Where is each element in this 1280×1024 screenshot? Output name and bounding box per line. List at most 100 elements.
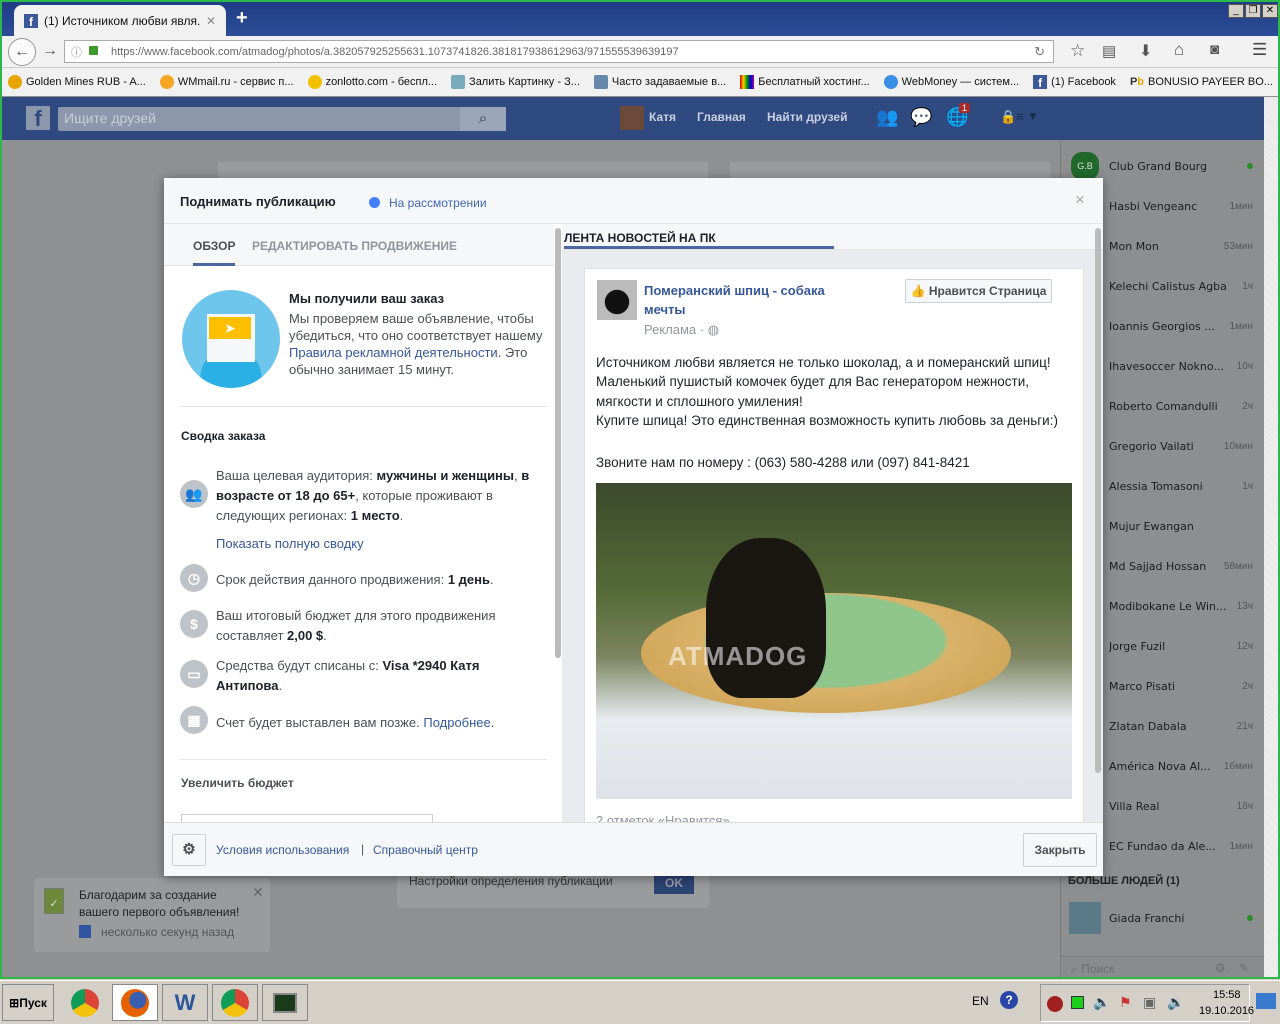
close-dialog-icon[interactable]: × xyxy=(1075,190,1085,210)
clock-date[interactable]: 19.10.2016 xyxy=(1199,1005,1254,1017)
contact-name: Md Sajjad Hossan xyxy=(1109,559,1207,573)
bookmark[interactable]: zonlotto.com - беспл... xyxy=(307,75,437,89)
active-tab-underline xyxy=(564,246,834,249)
post-image[interactable]: ATMADOG xyxy=(596,483,1072,799)
sponsored-label: Реклама · ◍ xyxy=(644,322,720,337)
find-friends-link[interactable]: Найти друзей xyxy=(767,110,847,124)
chat-contact[interactable]: Giada Franchi xyxy=(1061,898,1265,938)
new-message-icon[interactable]: ✎ xyxy=(1239,961,1249,975)
volume-icon[interactable]: 🔉 xyxy=(1167,994,1184,1011)
profile-link[interactable]: Катя xyxy=(649,110,676,124)
chrome-icon xyxy=(71,988,99,1017)
back-button[interactable]: ← xyxy=(8,38,36,66)
bookmark[interactable]: Бесплатный хостинг... xyxy=(740,75,870,89)
account-menu-chevron-icon[interactable]: ▼ xyxy=(1027,109,1039,123)
taskbar-firefox[interactable] xyxy=(112,984,158,1021)
help-icon[interactable]: ? xyxy=(1000,991,1018,1009)
ad-policies-link[interactable]: Правила рекламной деятельности xyxy=(289,345,498,360)
tab-overview[interactable]: ОБЗОР xyxy=(193,239,236,253)
menu-icon[interactable]: ☰ xyxy=(1252,40,1267,60)
payment-summary: Средства будут списаны с: Visa *2940 Кат… xyxy=(216,658,480,693)
bookmark[interactable]: WMmail.ru - сервис п... xyxy=(159,75,294,89)
page-name-link[interactable]: Померанский шпиц - собака мечты xyxy=(644,281,864,319)
page-scrollbar[interactable] xyxy=(1264,97,1278,977)
contact-name: Zlatan Dabala xyxy=(1109,719,1187,733)
bookmark[interactable]: Залить Картинку - З... xyxy=(451,75,580,89)
privacy-shortcuts-icon[interactable]: 🔒≡ xyxy=(1000,109,1024,125)
forward-button[interactable]: → xyxy=(42,42,58,60)
show-desktop-icon[interactable] xyxy=(1256,993,1276,1009)
tray-app-icon[interactable] xyxy=(1047,996,1063,1012)
bookmark[interactable]: Golden Mines RUB - A... xyxy=(8,75,146,89)
settings-gear-button[interactable]: ⚙ xyxy=(172,834,206,866)
bookmark-star-icon[interactable]: ☆ xyxy=(1070,41,1085,61)
new-tab-button[interactable]: + xyxy=(236,7,248,30)
learn-more-link[interactable]: Подробнее xyxy=(423,715,490,730)
last-active-time: 12ч xyxy=(1236,640,1253,652)
monitor-icon xyxy=(273,992,297,1013)
status-dot-icon xyxy=(369,197,380,208)
left-panel-scrollbar[interactable] xyxy=(555,228,561,658)
bookmark[interactable]: f (1) Facebook xyxy=(1033,75,1116,89)
like-page-button[interactable]: 👍 Нравится Страница xyxy=(905,279,1052,303)
toast-close-icon[interactable]: ✕ xyxy=(252,884,264,901)
address-bar[interactable]: ⓘ https://www.facebook.com/atmadog/photo… xyxy=(64,40,1054,63)
reading-list-icon[interactable]: ▤ xyxy=(1102,42,1116,60)
clock-time[interactable]: 15:58 xyxy=(1213,989,1241,1001)
last-active-time: 1ч xyxy=(1242,280,1253,292)
ad-preview-post: Померанский шпиц - собака мечты Реклама … xyxy=(584,268,1084,822)
likes-count[interactable]: 2 отметок «Нравится» xyxy=(596,813,730,822)
search-input[interactable]: Ищите друзей ⌕ xyxy=(58,107,506,131)
tab-edit-promotion[interactable]: РЕДАКТИРОВАТЬ ПРОДВИЖЕНИЕ xyxy=(252,239,457,253)
browser-tab[interactable]: f (1) Источником любви явля... ✕ xyxy=(14,5,226,36)
chat-settings-icon[interactable]: ⚙ xyxy=(1215,961,1226,975)
post-phone: Звоните нам по номеру : (063) 580-4288 и… xyxy=(596,455,970,470)
terms-link[interactable]: Условия использования xyxy=(216,843,349,857)
language-indicator[interactable]: EN xyxy=(972,994,989,1008)
maximize-button[interactable]: ❐ xyxy=(1245,4,1261,18)
contact-name: Villa Real xyxy=(1109,799,1160,813)
bookmark[interactable]: Pb BONUSIO PAYEER BO... xyxy=(1130,76,1273,88)
budget-input[interactable] xyxy=(181,814,433,822)
info-icon[interactable]: ⓘ xyxy=(71,44,82,60)
bookmark[interactable]: WebMoney — систем... xyxy=(883,75,1019,89)
order-received-title: Мы получили ваш заказ xyxy=(289,291,445,306)
preview-scrollbar[interactable] xyxy=(1095,228,1101,773)
action-center-icon[interactable]: ⚑ xyxy=(1119,994,1132,1011)
speaker-icon[interactable]: 🔈 xyxy=(1093,994,1110,1011)
tab-desktop-news-feed[interactable]: ЛЕНТА НОВОСТЕЙ НА ПК xyxy=(564,231,716,245)
home-link[interactable]: Главная xyxy=(697,110,746,124)
downloads-icon[interactable]: ⬇ xyxy=(1139,41,1152,61)
reload-icon[interactable]: ↻ xyxy=(1034,44,1045,60)
last-active-time: 16мин xyxy=(1223,760,1253,772)
taskbar-chrome-2[interactable] xyxy=(212,984,258,1021)
settings-text: Настройки определения публикации xyxy=(409,874,613,888)
tab-bar: ОБЗОР РЕДАКТИРОВАТЬ ПРОДВИЖЕНИЕ xyxy=(164,224,554,266)
last-active-time: 58мин xyxy=(1223,560,1253,572)
notification-badge: 1 xyxy=(959,103,971,113)
pocket-icon[interactable]: ◙ xyxy=(1210,41,1219,58)
taskbar-chrome[interactable] xyxy=(62,984,108,1021)
facebook-logo[interactable]: f xyxy=(26,106,50,130)
help-center-link[interactable]: Справочный центр xyxy=(373,843,478,857)
taskbar-monitor-app[interactable] xyxy=(262,984,308,1021)
home-icon[interactable]: ⌂ xyxy=(1174,40,1184,60)
start-button[interactable]: ⊞ Пуск xyxy=(2,984,54,1021)
tray-green-icon[interactable] xyxy=(1071,996,1084,1009)
network-icon[interactable]: ▣ xyxy=(1143,994,1156,1011)
show-full-summary-link[interactable]: Показать полную сводку xyxy=(216,534,548,554)
minimize-button[interactable]: _ xyxy=(1228,4,1244,18)
search-icon[interactable]: ⌕ xyxy=(460,107,506,131)
bookmark[interactable]: Часто задаваемые в... xyxy=(593,75,726,89)
messages-icon[interactable]: 💬 xyxy=(910,107,932,128)
friend-requests-icon[interactable]: 👥 xyxy=(876,107,898,128)
taskbar-word[interactable]: W xyxy=(162,984,208,1021)
close-button[interactable]: Закрыть xyxy=(1023,833,1097,867)
close-tab-icon[interactable]: ✕ xyxy=(206,14,216,28)
url-text: https://www.facebook.com/atmadog/photos/… xyxy=(111,45,679,58)
close-window-button[interactable]: ✕ xyxy=(1262,4,1278,18)
chat-search[interactable]: ⌕ Поиск ⚙ ✎ xyxy=(1061,956,1265,977)
contact-name: Ihavesoccer Nokno... xyxy=(1109,359,1224,373)
toast-time: несколько секунд назад xyxy=(101,925,235,939)
profile-avatar[interactable] xyxy=(620,106,644,130)
